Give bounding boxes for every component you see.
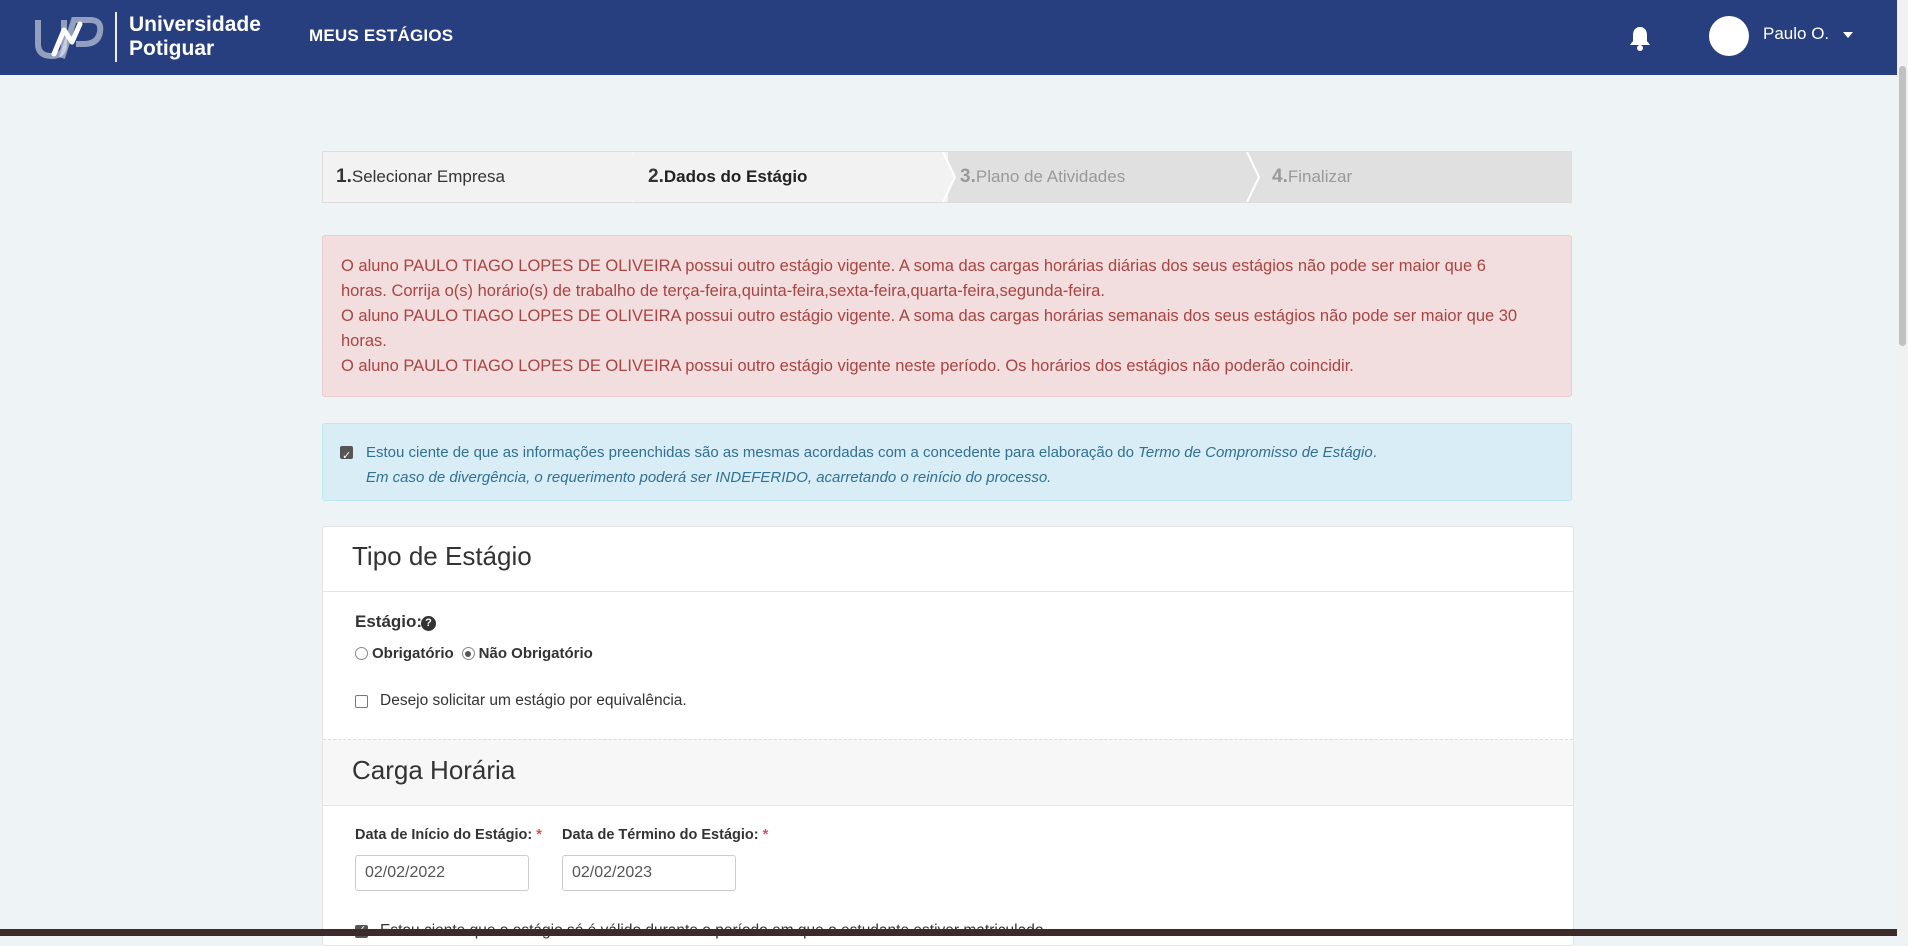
logo-divider bbox=[115, 12, 117, 62]
data-inicio-input[interactable] bbox=[355, 855, 529, 891]
up-logo-icon[interactable] bbox=[34, 14, 104, 60]
step-number: 1. bbox=[336, 166, 352, 187]
error-line: O aluno PAULO TIAGO LOPES DE OLIVEIRA po… bbox=[341, 257, 1486, 275]
data-termino-input[interactable] bbox=[562, 855, 736, 891]
step-number: 4. bbox=[1272, 166, 1288, 187]
divider bbox=[323, 591, 1573, 592]
radio-label-obrigatorio[interactable]: Obrigatório bbox=[372, 645, 454, 662]
user-name[interactable]: Paulo O. bbox=[1763, 24, 1829, 44]
error-line: horas. bbox=[341, 332, 387, 350]
tipo-estagio-radio-group: Obrigatório Não Obrigatório bbox=[355, 645, 593, 662]
top-navbar: Universidade Potiguar MEUS ESTÁGIOS Paul… bbox=[0, 0, 1897, 75]
help-icon[interactable]: ? bbox=[421, 616, 436, 631]
error-alert: O aluno PAULO TIAGO LOPES DE OLIVEIRA po… bbox=[322, 235, 1572, 397]
wizard-steps: 1. Selecionar Empresa 2. Dados do Estági… bbox=[322, 151, 1572, 203]
data-inicio-label-text: Data de Início do Estágio: bbox=[355, 827, 533, 843]
termo-compromisso-text: Termo de Compromisso de Estágio bbox=[1138, 444, 1373, 461]
chevron-down-icon[interactable] bbox=[1843, 32, 1853, 38]
estagio-label: Estágio: bbox=[355, 612, 423, 631]
info-text-suffix: . bbox=[1372, 444, 1377, 461]
logo-text-line1: Universidade bbox=[129, 13, 261, 36]
scrollbar-thumb[interactable] bbox=[1899, 66, 1906, 346]
required-mark: * bbox=[536, 827, 542, 843]
info-warning-text: Em caso de divergência, o requerimento p… bbox=[366, 469, 1052, 486]
radio-obrigatorio[interactable] bbox=[355, 647, 368, 660]
error-line: O aluno PAULO TIAGO LOPES DE OLIVEIRA po… bbox=[341, 357, 1354, 375]
section-title-carga-horaria: Carga Horária bbox=[352, 755, 516, 785]
error-line: O aluno PAULO TIAGO LOPES DE OLIVEIRA po… bbox=[341, 307, 1518, 325]
step-label: Dados do Estágio bbox=[663, 167, 808, 186]
wizard-step-dados-do-estagio[interactable]: 2. Dados do Estágio bbox=[633, 152, 948, 202]
required-mark: * bbox=[762, 827, 769, 843]
info-text-prefix: Estou ciente de que as informações preen… bbox=[366, 444, 1139, 461]
section-title-tipo-estagio: Tipo de Estágio bbox=[352, 541, 532, 571]
data-inicio-label: Data de Início do Estágio: * bbox=[355, 827, 542, 843]
error-line: horas. Corrija o(s) horário(s) de trabal… bbox=[341, 282, 1105, 300]
form-panel: Tipo de Estágio Estágio: ? Obrigatório N… bbox=[322, 526, 1574, 946]
equivalencia-label[interactable]: Desejo solicitar um estágio por equivalê… bbox=[380, 692, 687, 710]
equivalencia-checkbox[interactable] bbox=[355, 694, 368, 708]
step-label: Selecionar Empresa bbox=[351, 167, 505, 186]
step-label: Finalizar bbox=[1287, 167, 1353, 186]
logo-text[interactable]: Universidade Potiguar bbox=[129, 13, 261, 61]
radio-nao-obrigatorio[interactable] bbox=[461, 647, 475, 660]
bell-icon[interactable] bbox=[1628, 25, 1652, 51]
step-label: Plano de Atividades bbox=[975, 167, 1126, 186]
step-number: 2. bbox=[648, 166, 664, 187]
taskbar-edge bbox=[0, 929, 1897, 936]
radio-label-nao-obrigatorio[interactable]: Não Obrigatório bbox=[479, 645, 593, 662]
nav-link-meus-estagios[interactable]: MEUS ESTÁGIOS bbox=[309, 26, 453, 46]
data-termino-label-text: Data de Término do Estágio: bbox=[562, 827, 759, 843]
step-number: 3. bbox=[960, 166, 976, 187]
data-termino-label: Data de Término do Estágio: * bbox=[562, 827, 768, 843]
info-alert: Estou ciente de que as informações preen… bbox=[322, 423, 1572, 501]
divider bbox=[323, 805, 1573, 806]
info-line2: Em caso de divergência, o requerimento p… bbox=[366, 465, 1555, 490]
wizard-step-selecionar-empresa[interactable]: 1. Selecionar Empresa bbox=[323, 152, 636, 202]
equivalencia-row: Desejo solicitar um estágio por equivalê… bbox=[355, 692, 687, 710]
info-line1: Estou ciente de que as informações preen… bbox=[366, 440, 1555, 465]
wizard-step-finalizar[interactable]: 4. Finalizar bbox=[1255, 152, 1571, 202]
ciente-informacoes-checkbox[interactable] bbox=[340, 444, 353, 469]
wizard-step-plano-de-atividades[interactable]: 3. Plano de Atividades bbox=[943, 152, 1260, 202]
avatar[interactable] bbox=[1709, 16, 1749, 56]
logo-text-line2: Potiguar bbox=[129, 37, 215, 60]
